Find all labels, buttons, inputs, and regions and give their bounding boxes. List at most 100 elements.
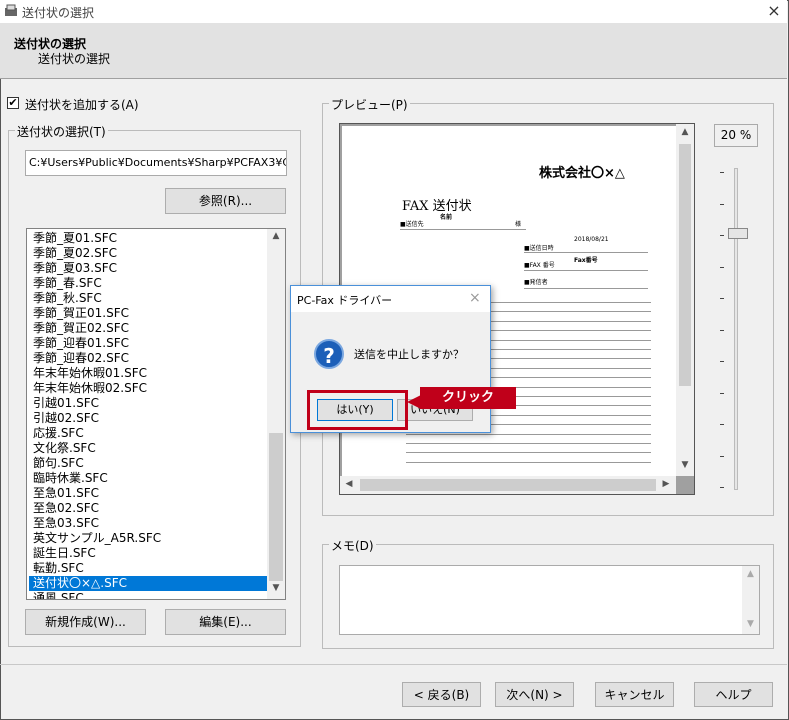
cover-file-list[interactable]: 季節_夏01.SFC 季節_夏02.SFC 季節_夏03.SFC 季節_春.SFC 季節… (26, 228, 286, 600)
preview-ruled-line (406, 452, 651, 454)
question-icon: ? (314, 339, 344, 369)
dialog-message: 送信を中止しますか？ (354, 348, 464, 361)
zoom-tick (720, 424, 724, 425)
list-item[interactable]: 至急01.SFC (29, 486, 267, 501)
preview-company: 株式会社〇×△ (539, 166, 625, 181)
zoom-tick (720, 203, 724, 205)
preview-sender-line (524, 288, 648, 289)
preview-honorific: 様 (515, 221, 522, 228)
preview-fax-value: Fax番号 (574, 257, 598, 264)
preview-heading: FAX 送付状 (402, 199, 472, 214)
list-item[interactable]: 季節_夏02.SFC (29, 246, 267, 261)
preview-ruled-line (406, 443, 651, 444)
add-cover-label: 送付状を追加する(A) (25, 98, 139, 112)
zoom-tick (720, 298, 724, 299)
preview-scroll-down-icon[interactable]: ▼ (676, 460, 694, 470)
window-title: 送付状の選択 (22, 6, 95, 20)
memo-scroll-up-icon[interactable]: ▲ (742, 569, 759, 579)
next-button[interactable]: 次へ(N) > (495, 682, 574, 707)
new-cover-button[interactable]: 新規作成(W)... (25, 609, 146, 635)
preview-sender-label: ■発信者 (524, 279, 548, 286)
zoom-tick (720, 361, 724, 362)
scroll-down-arrow-icon[interactable]: ▼ (267, 583, 285, 593)
preview-scroll-thumb[interactable] (679, 144, 691, 386)
click-callout: クリック (420, 387, 516, 409)
preview-to-line (400, 229, 526, 230)
memo-scroll-down-icon[interactable]: ▼ (742, 619, 759, 629)
preview-date-value: 2018/08/21 (574, 236, 609, 243)
callout-pointer (407, 395, 421, 409)
preview-ruled-line (406, 461, 651, 463)
preview-name-label: 名前 (440, 214, 453, 221)
preview-scroll-left-icon[interactable]: ◀ (343, 479, 355, 489)
preview-to-label: ■送信先 (400, 221, 424, 228)
list-item[interactable]: 転勤.SFC (29, 561, 267, 576)
list-item[interactable]: 季節_賀正01.SFC (29, 306, 267, 321)
list-vertical-scrollbar[interactable]: ▲ ▼ (267, 229, 285, 599)
zoom-tick (720, 235, 724, 236)
preview-hscroll-thumb[interactable] (360, 479, 656, 491)
list-item[interactable]: 季節_迎春02.SFC (29, 351, 267, 366)
preview-fax-label: ■FAX 番号 (524, 262, 555, 269)
memo-textarea[interactable]: ▲ ▼ (339, 565, 760, 635)
back-button[interactable]: < 戻る(B) (402, 682, 481, 707)
list-item[interactable]: 至急03.SFC (29, 516, 267, 531)
cover-list-items: 季節_夏01.SFC 季節_夏02.SFC 季節_夏03.SFC 季節_春.SFC 季節… (29, 231, 267, 599)
dialog-title: PC-Fax ドライバー (297, 294, 393, 307)
zoom-level: 20 % (714, 124, 758, 147)
fax-app-icon (4, 4, 18, 18)
list-item[interactable]: 文化祭.SFC (29, 441, 267, 456)
list-item[interactable]: 英文サンプル_A5R.SFC (29, 531, 267, 546)
zoom-tick (720, 392, 724, 394)
list-scroll-thumb[interactable] (269, 433, 283, 581)
dialog-close-button[interactable]: × (469, 290, 481, 306)
list-item[interactable]: 季節_春.SFC (29, 276, 267, 291)
list-item[interactable]: 引越02.SFC (29, 411, 267, 426)
header-subtitle: 送付状の選択 (38, 52, 111, 66)
list-item[interactable]: 年末年始休暇02.SFC (29, 381, 267, 396)
help-button[interactable]: ヘルプ (694, 682, 773, 707)
memo-group-label: メモ(D) (329, 537, 376, 554)
zoom-slider-track[interactable] (734, 168, 738, 490)
cover-folder-path-field[interactable]: C:¥Users¥Public¥Documents¥Sharp¥PCFAX3¥C… (25, 150, 287, 176)
list-item[interactable]: 季節_秋.SFC (29, 291, 267, 306)
memo-scrollbar[interactable]: ▲ ▼ (742, 566, 759, 634)
zoom-slider-ticks (720, 172, 726, 492)
preview-scroll-right-icon[interactable]: ▶ (660, 479, 672, 489)
list-item[interactable]: 応援.SFC (29, 426, 267, 441)
zoom-tick (720, 487, 724, 488)
preview-date-line (524, 252, 648, 253)
list-item[interactable]: 節句.SFC (29, 456, 267, 471)
preview-group-label: プレビュー(P) (329, 96, 410, 113)
title-bar: 送付状の選択 × (0, 0, 787, 23)
list-item[interactable]: 季節_夏01.SFC (29, 231, 267, 246)
preview-fax-line (524, 270, 648, 271)
add-cover-checkbox[interactable]: ✔ (7, 97, 19, 109)
list-item[interactable]: 季節_夏03.SFC (29, 261, 267, 276)
window-close-button[interactable]: × (763, 1, 785, 21)
list-item[interactable]: 季節_賀正02.SFC (29, 321, 267, 336)
list-item[interactable]: 季節_迎春01.SFC (29, 336, 267, 351)
browse-button[interactable]: 参照(R)... (165, 188, 286, 214)
preview-horizontal-scrollbar[interactable]: ◀ ▶ (340, 476, 676, 494)
list-item[interactable]: 年末年始休暇01.SFC (29, 366, 267, 381)
preview-vertical-scrollbar[interactable]: ▲ ▼ (676, 124, 694, 476)
zoom-tick (720, 172, 724, 173)
zoom-tick (720, 266, 724, 268)
scroll-up-arrow-icon[interactable]: ▲ (267, 231, 285, 241)
preview-scroll-up-icon[interactable]: ▲ (676, 127, 694, 137)
cancel-button[interactable]: キャンセル (595, 682, 674, 707)
list-item[interactable]: 誕生日.SFC (29, 546, 267, 561)
preview-date-label: ■送信日時 (524, 245, 554, 252)
preview-ruled-line (406, 433, 651, 435)
zoom-slider-thumb[interactable] (728, 228, 748, 239)
list-item[interactable]: 送付状〇×△.SFC (29, 576, 267, 591)
zoom-tick (720, 455, 724, 457)
yes-button-highlight (307, 390, 408, 430)
list-item[interactable]: 引越01.SFC (29, 396, 267, 411)
list-item[interactable]: 通風.SFC (29, 591, 267, 599)
list-item[interactable]: 臨時休業.SFC (29, 471, 267, 486)
edit-cover-button[interactable]: 編集(E)... (165, 609, 286, 635)
cover-select-group-label: 送付状の選択(T) (15, 123, 108, 140)
list-item[interactable]: 至急02.SFC (29, 501, 267, 516)
